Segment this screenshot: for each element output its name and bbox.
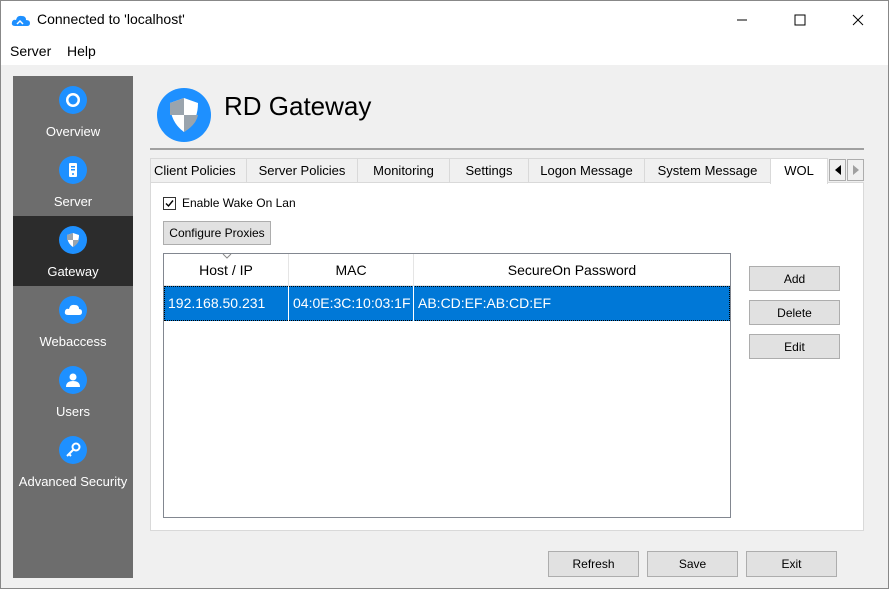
configure-proxies-button[interactable]: Configure Proxies: [163, 221, 271, 245]
sidebar-item-advanced-security[interactable]: Advanced Security: [13, 426, 133, 496]
key-icon: [59, 436, 87, 464]
sidebar-item-label: Users: [56, 404, 90, 419]
save-button[interactable]: Save: [647, 551, 738, 577]
column-label: Host / IP: [199, 262, 253, 278]
tab-wol[interactable]: WOL: [770, 158, 828, 184]
maximize-icon: [794, 14, 806, 26]
sidebar-item-webaccess[interactable]: Webaccess: [13, 286, 133, 356]
enable-wol-label: Enable Wake On Lan: [182, 196, 296, 210]
edit-button[interactable]: Edit: [749, 334, 840, 359]
add-button[interactable]: Add: [749, 266, 840, 291]
refresh-button[interactable]: Refresh: [548, 551, 639, 577]
maximize-button[interactable]: [777, 1, 823, 39]
checkmark-icon: [165, 199, 174, 207]
cell-password: AB:CD:EF:AB:CD:EF: [418, 295, 552, 311]
sidebar-item-label: Server: [53, 194, 93, 209]
sidebar-item-users[interactable]: Users: [13, 356, 133, 426]
tab-settings[interactable]: Settings: [449, 158, 529, 183]
cell-mac: 04:0E:3C:10:03:1F: [293, 295, 411, 311]
enable-wol-checkbox-row[interactable]: Enable Wake On Lan: [163, 195, 296, 211]
delete-button[interactable]: Delete: [749, 300, 840, 325]
arrow-right-icon: [852, 165, 859, 175]
tab-scroll-left-button[interactable]: [829, 159, 846, 181]
window-title: Connected to 'localhost': [37, 11, 185, 27]
sidebar-item-label: Webaccess: [39, 334, 107, 349]
sidebar-item-label: Overview: [45, 124, 101, 139]
list-header: Host / IP MAC SecureOn Password: [164, 253, 730, 286]
cloud-icon: [59, 296, 87, 324]
sidebar-item-gateway[interactable]: Gateway: [13, 216, 133, 286]
header-divider: [150, 148, 864, 150]
sidebar-item-server[interactable]: Server: [13, 146, 133, 216]
tab-monitoring[interactable]: Monitoring: [357, 158, 450, 183]
title-bar[interactable]: Connected to 'localhost': [1, 1, 888, 39]
app-window: Connected to 'localhost' Server Help Ove…: [0, 0, 889, 589]
tab-system-message[interactable]: System Message: [644, 158, 771, 183]
wol-host-list[interactable]: Host / IP MAC SecureOn Password 192.168.…: [163, 253, 731, 518]
sidebar-item-overview[interactable]: Overview: [13, 76, 133, 146]
overview-icon: [59, 86, 87, 114]
tab-strip: Client Policies Server Policies Monitori…: [150, 158, 864, 184]
column-host-ip[interactable]: Host / IP: [164, 253, 289, 286]
page-title: RD Gateway: [224, 91, 372, 121]
column-mac[interactable]: MAC: [289, 254, 414, 286]
tab-logon-message[interactable]: Logon Message: [528, 158, 645, 183]
column-label: SecureOn Password: [507, 262, 637, 278]
arrow-left-icon: [834, 165, 841, 175]
cell-host: 192.168.50.231: [168, 295, 266, 311]
menu-bar: Server Help: [1, 39, 888, 65]
table-row[interactable]: 192.168.50.231 04:0E:3C:10:03:1F AB:CD:E…: [164, 286, 730, 321]
gateway-shield-icon: [157, 88, 211, 142]
sidebar-item-label: Advanced Security: [18, 474, 128, 489]
minimize-button[interactable]: [719, 1, 765, 39]
close-button[interactable]: [835, 1, 881, 39]
menu-server[interactable]: Server: [10, 43, 51, 59]
sidebar-item-label: Gateway: [47, 264, 99, 279]
cloud-app-icon: [11, 15, 31, 26]
server-icon: [59, 156, 87, 184]
tab-client-policies[interactable]: Client Policies: [150, 158, 247, 183]
users-icon: [59, 366, 87, 394]
column-secureon-password[interactable]: SecureOn Password: [414, 254, 730, 286]
sidebar: Overview Server Gateway Webaccess Users: [13, 76, 133, 578]
shield-icon: [59, 226, 87, 254]
menu-help[interactable]: Help: [67, 43, 96, 59]
close-icon: [852, 14, 864, 26]
sort-caret-icon: [222, 253, 232, 259]
tab-scroll-right-button[interactable]: [847, 159, 864, 181]
tab-server-policies[interactable]: Server Policies: [246, 158, 358, 183]
enable-wol-checkbox[interactable]: [163, 196, 176, 210]
minimize-icon: [737, 19, 747, 21]
exit-button[interactable]: Exit: [746, 551, 837, 577]
column-label: MAC: [335, 262, 367, 278]
